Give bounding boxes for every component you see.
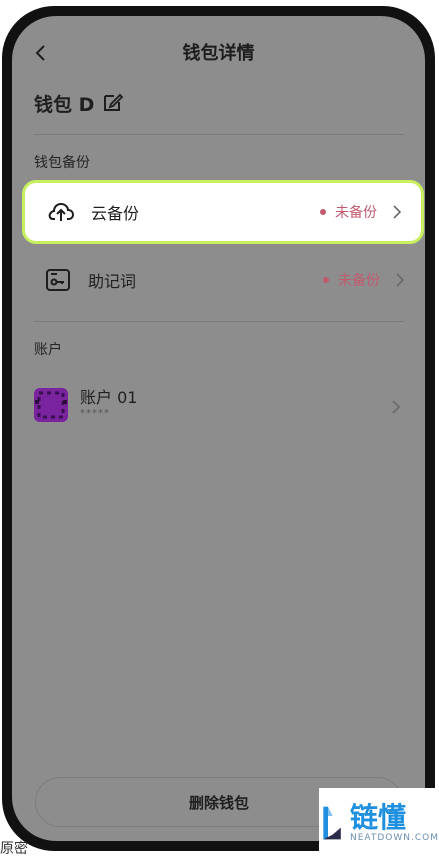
status-dot [320, 209, 326, 215]
account-name: 账户 01 [80, 388, 138, 407]
chevron-right-icon [393, 205, 402, 219]
cropped-text: 原密 [0, 841, 28, 857]
chevron-right-icon [392, 400, 401, 414]
account-subtitle: ***** [80, 408, 110, 419]
mnemonic-row[interactable]: 助记词 未备份 [22, 248, 424, 312]
account-section-title: 账户 [34, 342, 62, 358]
watermark: 链懂 NEATDOWN.COM [319, 788, 439, 858]
avatar [34, 388, 68, 422]
mnemonic-label: 助记词 [88, 272, 137, 291]
edit-icon[interactable] [102, 91, 124, 113]
mnemonic-status: 未备份 [338, 273, 380, 289]
avatar-pattern-icon [34, 388, 68, 422]
cloud-backup-row[interactable]: 云备份 未备份 [22, 180, 424, 244]
page-title: 钱包详情 [182, 43, 255, 64]
divider [34, 134, 404, 135]
mnemonic-key-icon [46, 269, 70, 291]
cloud-upload-icon [48, 202, 75, 221]
watermark-subtext: NEATDOWN.COM [349, 833, 439, 843]
watermark-logo-icon [323, 806, 341, 840]
divider [34, 321, 404, 322]
cloud-backup-status: 未备份 [335, 205, 377, 221]
wallet-name: 钱包 D [34, 94, 95, 116]
cloud-backup-label: 云备份 [91, 204, 140, 223]
chevron-right-icon [396, 273, 405, 287]
status-dot [323, 277, 329, 283]
screen: 钱包详情 钱包 D 钱包备份 云备份 未备份 助记词 未备份 账户 账户 01 … [12, 16, 425, 841]
watermark-text: 链懂 [349, 801, 406, 834]
backup-section-title: 钱包备份 [34, 155, 90, 171]
phone-frame: 钱包详情 钱包 D 钱包备份 云备份 未备份 助记词 未备份 账户 账户 01 … [2, 6, 435, 851]
